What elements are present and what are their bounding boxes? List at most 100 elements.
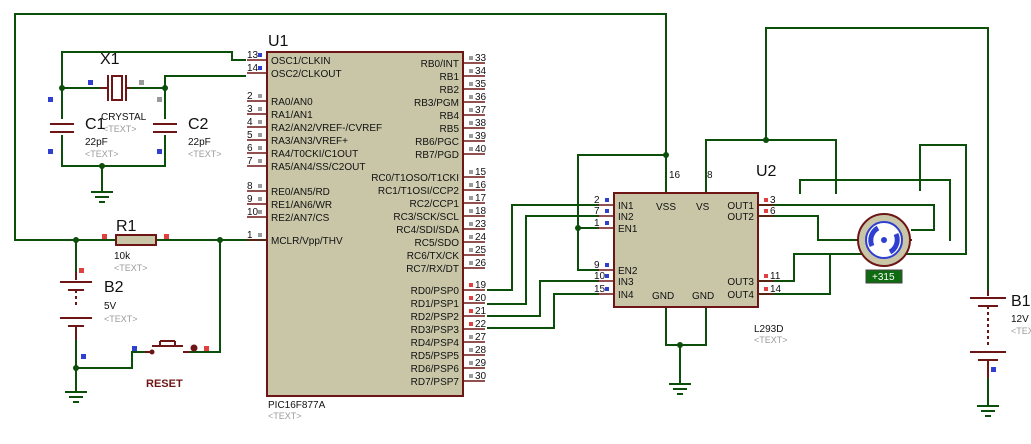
u2-motor-driver[interactable]: U2 L293D <TEXT> 2 IN1 7 IN2 1 EN1 9 EN2 10 IN3 15 I… xyxy=(594,163,788,345)
junction-dot xyxy=(663,152,669,158)
c2-value: 22pF xyxy=(188,137,211,148)
u1-pin-label: RD4/PSP4 xyxy=(411,338,460,349)
b2-battery[interactable]: B2 5V <TEXT> xyxy=(60,268,138,359)
u1-pin-number: 18 xyxy=(475,206,487,217)
u1-pin-label: RA0/AN0 xyxy=(271,97,313,108)
u1-pin-label: OSC1/CLKIN xyxy=(271,56,330,67)
u1-pin-number: 29 xyxy=(475,358,487,369)
wire-rd0-in1[interactable] xyxy=(487,204,599,291)
r1-text-placeholder: <TEXT> xyxy=(114,263,148,273)
u1-pin-label: RD6/PSP6 xyxy=(411,364,460,375)
u1-pin-label: RC7/RX/DT xyxy=(406,264,459,275)
u1-pin-label: RD5/PSP5 xyxy=(411,351,460,362)
u1-pin-number: 36 xyxy=(475,92,487,103)
u1-pin-number: 28 xyxy=(475,345,487,356)
u1-pin-number: 14 xyxy=(247,63,259,74)
u1-pin-number: 20 xyxy=(475,293,487,304)
x1-ref: X1 xyxy=(100,51,120,68)
schematic-canvas: U1 PIC16F877A <TEXT> 13OSC1/CLKIN14OSC2/… xyxy=(14,13,1031,421)
wire-xtal-left[interactable] xyxy=(61,51,101,89)
u1-pin-number: 22 xyxy=(475,319,487,330)
u2-part: L293D xyxy=(754,324,783,335)
c2-capacitor[interactable]: C2 22pF <TEXT> xyxy=(153,116,222,159)
junction-dot xyxy=(217,237,223,243)
junction-dot xyxy=(162,85,168,91)
u1-pin-label: RC5/SDO xyxy=(415,238,460,249)
u2-pin-label: IN3 xyxy=(618,277,634,288)
b2-ref: B2 xyxy=(104,279,124,296)
ground-symbol xyxy=(977,405,999,417)
u1-pin-label: MCLR/Vpp/THV xyxy=(271,236,343,247)
wires xyxy=(14,13,989,407)
wire-u2-gnd[interactable] xyxy=(665,306,707,346)
u2-pin-label: OUT4 xyxy=(727,290,754,301)
wire-out1[interactable] xyxy=(759,204,935,231)
u1-pin-number: 17 xyxy=(475,193,487,204)
u1-pin-number: 34 xyxy=(475,66,487,77)
u1-pin-number: 1 xyxy=(247,230,253,241)
u1-pin-label: RA3/AN3/VREF+ xyxy=(271,136,348,147)
wire-out2[interactable] xyxy=(759,215,857,241)
u1-pin-label: RA2/AN2/VREF-/CVREF xyxy=(271,123,382,134)
wire-reset[interactable] xyxy=(75,351,146,369)
u1-pin-number: 5 xyxy=(247,130,253,141)
u2-pin-number: 6 xyxy=(770,206,776,217)
u1-pin-number: 4 xyxy=(247,117,253,128)
u2-vss-label: VSS xyxy=(656,202,676,213)
u1-pin-number: 21 xyxy=(475,306,487,317)
u1-pin-number: 40 xyxy=(475,144,487,155)
u2-pin-number: 14 xyxy=(770,284,782,295)
u1-pin-number: 25 xyxy=(475,245,487,256)
u2-pin-number: 15 xyxy=(594,284,606,295)
c1-ref: C1 xyxy=(85,116,106,133)
u1-pin-label: RA1/AN1 xyxy=(271,110,313,121)
wire-rd2-in3[interactable] xyxy=(487,280,599,317)
wire-xtal-right[interactable] xyxy=(129,75,166,89)
u1-pin-number: 15 xyxy=(475,167,487,178)
u1-pin-label: RE2/AN7/CS xyxy=(271,213,330,224)
junction-dot xyxy=(763,137,769,143)
u1-pin-number: 38 xyxy=(475,118,487,129)
u2-pin-label: OUT1 xyxy=(727,201,754,212)
u1-pin-number: 30 xyxy=(475,371,487,382)
u1-pin-label: RB0/INT xyxy=(421,59,459,70)
u2-pin-number: 2 xyxy=(594,195,600,206)
u1-pin-label: RB6/PGC xyxy=(415,137,459,148)
u1-microcontroller[interactable]: U1 PIC16F877A <TEXT> 13OSC1/CLKIN14OSC2/… xyxy=(247,33,487,421)
u1-pin-number: 8 xyxy=(247,181,253,192)
x1-text-placeholder: <TEXT> xyxy=(103,124,137,134)
u2-ref: U2 xyxy=(756,163,777,180)
b1-battery[interactable]: B1 12V <TEXT> xyxy=(970,290,1031,378)
u2-pin-label: IN4 xyxy=(618,290,634,301)
r1-ref: R1 xyxy=(116,218,137,235)
u2-pin-number: 9 xyxy=(594,260,600,271)
u2-pin-number: 3 xyxy=(770,195,776,206)
c1-text-placeholder: <TEXT> xyxy=(85,149,119,159)
wire-osc1[interactable] xyxy=(61,51,246,61)
u2-gnd-label: GND xyxy=(692,291,714,302)
u1-pin-label: RD0/PSP0 xyxy=(411,286,460,297)
wire-rd3-in4[interactable] xyxy=(487,293,599,329)
junction-dot xyxy=(59,85,65,91)
ground-symbol xyxy=(65,391,87,403)
reset-button[interactable]: RESET xyxy=(132,340,209,390)
r1-value: 10k xyxy=(114,251,131,262)
wire-out3[interactable] xyxy=(759,144,967,282)
u1-pin-label: OSC2/CLKOUT xyxy=(271,69,342,80)
u1-pin-number: 39 xyxy=(475,131,487,142)
u1-pin-number: 19 xyxy=(475,280,487,291)
dc-motor[interactable]: +315 xyxy=(856,213,912,284)
c2-text-placeholder: <TEXT> xyxy=(188,149,222,159)
wire-reset-right[interactable] xyxy=(189,239,221,353)
b1-ref: B1 xyxy=(1011,293,1031,310)
u1-text-placeholder: <TEXT> xyxy=(268,411,302,421)
u1-ref: U1 xyxy=(268,33,289,50)
junction-dot xyxy=(575,225,581,231)
u1-pin-number: 9 xyxy=(247,194,253,205)
u2-pin16-num: 16 xyxy=(669,170,681,181)
u2-vs-label: VS xyxy=(696,202,710,213)
r1-resistor[interactable]: R1 10k <TEXT> xyxy=(102,218,169,273)
u1-pin-label: RB7/PGD xyxy=(415,150,459,161)
junction-dot xyxy=(73,365,79,371)
u2-pin-label: EN2 xyxy=(618,266,638,277)
